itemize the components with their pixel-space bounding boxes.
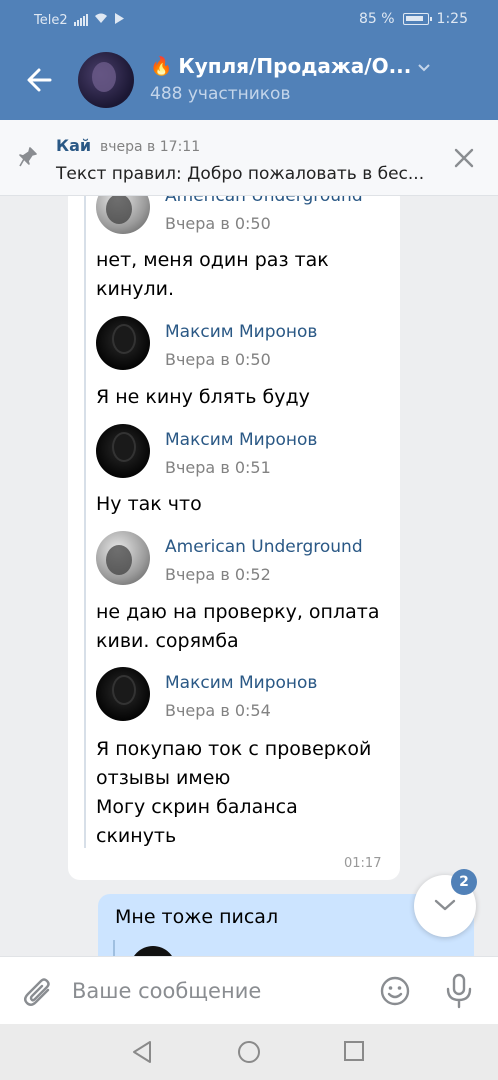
members-count: 488 участников (150, 84, 291, 104)
outgoing-text: Мне тоже писал (115, 906, 279, 928)
battery-percent: 85 % (358, 11, 395, 27)
forward-quote-bar (84, 196, 86, 848)
pinned-time: вчера в 17:11 (100, 139, 201, 155)
clock: 1:25 (436, 11, 468, 27)
paperclip-icon[interactable] (22, 975, 54, 1013)
forward-quote-bar (113, 940, 115, 956)
pin-icon (18, 146, 38, 172)
status-bar: Tele2 85 % 1:25 (0, 0, 498, 40)
message-list[interactable]: American Underground Вчера в 0:50 нет, м… (0, 196, 498, 956)
message-text: Я покупаю ток с проверкой отзывы имею Мо… (96, 738, 372, 847)
avatar[interactable] (96, 531, 150, 585)
signal-icon (73, 14, 88, 26)
chat-title-text: Купля/Продажа/О... (178, 54, 412, 78)
author-name[interactable]: Максим Миронов (165, 430, 317, 450)
smile-icon[interactable] (379, 975, 411, 1011)
avatar[interactable] (96, 667, 150, 721)
message-time: Вчера в 0:54 (165, 701, 271, 720)
author-name[interactable]: Максим Миронов (165, 322, 317, 342)
chevron-down-icon (417, 54, 431, 78)
author-name[interactable]: American Underground (165, 196, 363, 206)
composer (0, 956, 498, 1024)
chat-title[interactable]: 🔥 Купля/Продажа/О... (150, 54, 431, 78)
message-time: Вчера в 0:51 (165, 458, 271, 477)
avatar[interactable] (96, 316, 150, 370)
author-name[interactable]: American Underground (165, 537, 363, 557)
message-text: нет, меня один раз так кинули. (96, 249, 329, 300)
avatar (130, 946, 176, 956)
chat-avatar[interactable] (78, 52, 134, 108)
message-time: Вчера в 0:50 (165, 350, 271, 369)
nav-home-icon[interactable] (237, 1040, 261, 1068)
bubble-time: 01:17 (344, 856, 382, 871)
nav-recents-icon[interactable] (343, 1040, 365, 1066)
play-icon (114, 12, 124, 28)
unread-badge: 2 (451, 869, 477, 895)
message-input[interactable] (72, 971, 362, 1011)
message-time: Вчера в 0:50 (165, 214, 271, 233)
message-text: Ну так что (96, 493, 202, 515)
microphone-icon[interactable] (444, 973, 474, 1013)
chat-header: 🔥 Купля/Продажа/О... 488 участников (0, 40, 498, 120)
pinned-text: Текст правил: Добро пожаловать в бес... (56, 164, 425, 184)
nav-back-icon[interactable] (131, 1040, 153, 1068)
message-text: не даю на проверку, оплата киви. сорямба (96, 601, 380, 652)
pinned-author: Кай (56, 136, 92, 155)
avatar[interactable] (96, 424, 150, 478)
back-arrow-icon[interactable] (22, 62, 58, 98)
pinned-message[interactable]: Кай вчера в 17:11 Текст правил: Добро по… (0, 120, 498, 196)
carrier-label: Tele2 (34, 12, 68, 28)
message-time: Вчера в 0:52 (165, 565, 271, 584)
system-nav-bar (0, 1024, 498, 1080)
fire-icon: 🔥 (150, 55, 173, 77)
wifi-icon (94, 12, 108, 28)
close-icon[interactable] (452, 146, 476, 170)
battery-icon (402, 13, 432, 25)
message-text: Я не кину блять буду (96, 386, 310, 408)
author-name[interactable]: Максим Миронов (165, 673, 317, 693)
chevron-down-icon (434, 899, 456, 911)
